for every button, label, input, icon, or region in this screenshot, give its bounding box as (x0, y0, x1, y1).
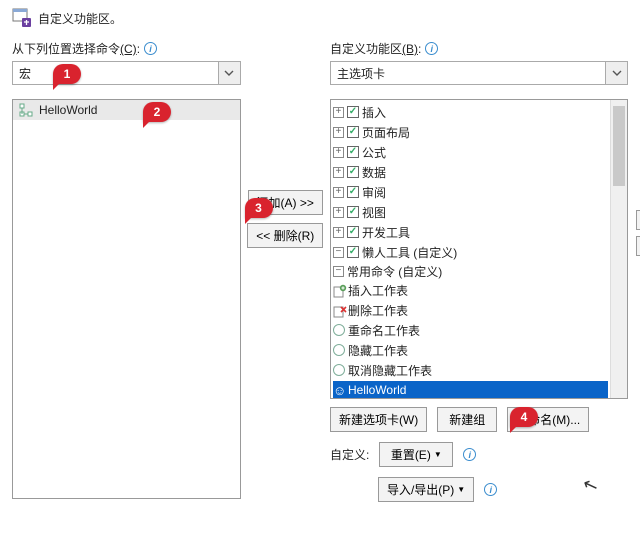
checkbox[interactable] (347, 246, 359, 258)
tree-node-label: 插入 (362, 104, 386, 121)
chevron-down-icon (218, 62, 240, 84)
tree-command-node[interactable]: 删除工作表 (333, 301, 625, 319)
commands-from-label: 从下列位置选择命令(C): i (12, 40, 241, 57)
customize-ribbon-icon (12, 8, 32, 28)
callout-badge-2: 2 (143, 102, 171, 122)
tree-group-node[interactable]: −常用命令 (自定义) (333, 262, 625, 280)
tree-node-label: HelloWorld (348, 383, 406, 397)
checkbox[interactable] (347, 186, 359, 198)
expand-icon[interactable]: + (333, 207, 344, 218)
info-icon[interactable]: i (463, 448, 476, 461)
tree-tab-node[interactable]: + 开发工具 (333, 223, 625, 241)
customize-ribbon-label: 自定义功能区(B): i (330, 40, 628, 57)
commands-from-select[interactable]: 宏 1 (12, 61, 241, 85)
tree-node-label: 取消隐藏工作表 (348, 362, 432, 379)
tree-node-label: 视图 (362, 204, 386, 221)
tree-node-label: 隐藏工作表 (348, 342, 408, 359)
expand-icon[interactable]: + (333, 147, 344, 158)
checkbox[interactable] (347, 126, 359, 138)
ribbon-tree[interactable]: +插入+页面布局+公式+数据+审阅+视图+开发工具−懒人工具 (自定义)−常用命… (330, 99, 628, 399)
callout-badge-1: 1 (53, 64, 81, 84)
tree-tab-node[interactable]: + 审阅 (333, 183, 625, 201)
tree-node-label: 常用命令 (自定义) (347, 263, 442, 280)
tree-node-label: 删除工作表 (348, 302, 408, 319)
collapse-icon[interactable]: − (333, 266, 344, 277)
tree-node-label: 重命名工作表 (348, 322, 420, 339)
expand-icon[interactable]: + (333, 127, 344, 138)
page-title: 自定义功能区。 (38, 10, 122, 27)
import-export-button[interactable]: 导入/导出(P)▼ (378, 477, 474, 502)
list-item[interactable]: HelloWorld (13, 100, 240, 120)
chevron-down-icon (605, 62, 627, 84)
list-item-label: HelloWorld (39, 103, 97, 117)
scrollbar[interactable] (610, 100, 627, 398)
tree-node-label: 懒人工具 (自定义) (362, 244, 457, 261)
tree-tab-node[interactable]: − 懒人工具 (自定义) (333, 243, 625, 261)
move-up-button[interactable]: ▲ (636, 210, 640, 230)
tree-node-label: 插入工作表 (348, 282, 408, 299)
info-icon[interactable]: i (425, 42, 438, 55)
ribbon-scope-select[interactable]: 主选项卡 (330, 61, 628, 85)
info-icon[interactable]: i (484, 483, 497, 496)
new-group-button[interactable]: 新建组 (437, 407, 497, 432)
tree-tab-node[interactable]: + 数据 (333, 163, 625, 181)
macro-tree-icon (19, 103, 33, 117)
tree-tab-node[interactable]: + 公式 (333, 143, 625, 161)
move-down-button[interactable]: ▼ (636, 236, 640, 256)
tree-command-node[interactable]: 插入工作表 (333, 281, 625, 299)
tree-tab-node[interactable]: + 页面布局 (333, 123, 625, 141)
expand-icon[interactable]: + (333, 227, 344, 238)
expand-icon[interactable]: + (333, 167, 344, 178)
tree-node-label: 审阅 (362, 184, 386, 201)
remove-button[interactable]: << 删除(R) (247, 223, 323, 248)
checkbox[interactable] (347, 206, 359, 218)
callout-badge-4: 4 (510, 407, 538, 427)
commands-listbox[interactable]: HelloWorld 2 (12, 99, 241, 499)
expand-icon[interactable]: + (333, 187, 344, 198)
tree-tab-node[interactable]: + 视图 (333, 203, 625, 221)
checkbox[interactable] (347, 146, 359, 158)
info-icon[interactable]: i (144, 42, 157, 55)
tree-node-label: 页面布局 (362, 124, 410, 141)
new-tab-button[interactable]: 新建选项卡(W) (330, 407, 427, 432)
tree-node-label: 公式 (362, 144, 386, 161)
checkbox[interactable] (347, 226, 359, 238)
tree-node-label: 数据 (362, 164, 386, 181)
reset-button[interactable]: 重置(E)▼ (379, 442, 453, 467)
tree-command-node[interactable]: 取消隐藏工作表 (333, 361, 625, 379)
checkbox[interactable] (347, 106, 359, 118)
expand-icon[interactable]: + (333, 107, 344, 118)
tree-command-node[interactable]: 重命名工作表 (333, 321, 625, 339)
tree-command-node[interactable]: 隐藏工作表 (333, 341, 625, 359)
tree-command-node[interactable]: ☺HelloWorld (333, 381, 608, 399)
customize-label: 自定义: (330, 446, 369, 463)
smile-icon: ☺ (333, 384, 345, 396)
command-icon (333, 344, 345, 356)
tree-node-label: 开发工具 (362, 224, 410, 241)
command-icon (333, 324, 345, 336)
callout-badge-3: 3 (245, 198, 273, 218)
checkbox[interactable] (347, 166, 359, 178)
collapse-icon[interactable]: − (333, 247, 344, 258)
tree-tab-node[interactable]: + 插入 (333, 103, 625, 121)
insert-sheet-icon (333, 284, 345, 296)
delete-sheet-icon (333, 304, 345, 316)
command-icon (333, 364, 345, 376)
